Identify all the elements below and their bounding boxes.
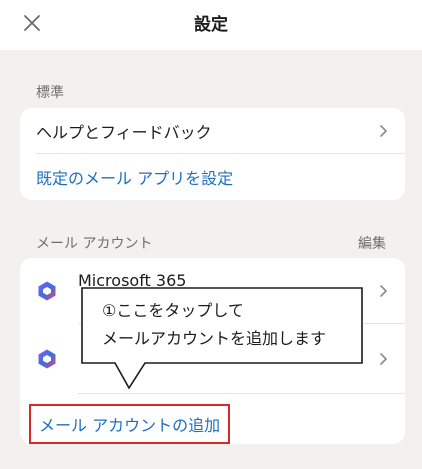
page-title: 設定 — [194, 15, 228, 35]
section-label-mail-accounts: メール アカウント — [36, 236, 153, 252]
chevron-right-icon — [380, 125, 387, 137]
chevron-right-icon — [380, 285, 387, 297]
callout-line-1: ①ここをタップして — [102, 301, 244, 320]
section-label-standard: 標準 — [36, 85, 64, 101]
set-default-mail-app-link[interactable]: 既定のメール アプリを設定 — [20, 154, 405, 200]
help-feedback-item[interactable]: ヘルプとフィードバック — [20, 108, 405, 154]
chevron-right-icon — [380, 353, 387, 365]
edit-button[interactable]: 編集 — [358, 233, 386, 253]
instruction-callout: ①ここをタップして メールアカウントを追加します — [81, 287, 363, 390]
help-feedback-label: ヘルプとフィードバック — [36, 123, 212, 142]
standard-settings-card: ヘルプとフィードバック 既定のメール アプリを設定 — [20, 108, 405, 200]
callout-text: ①ここをタップして メールアカウントを追加します — [102, 297, 326, 353]
microsoft-365-icon — [38, 349, 56, 369]
set-default-mail-app-label: 既定のメール アプリを設定 — [36, 169, 234, 188]
callout-line-2: メールアカウントを追加します — [102, 329, 327, 348]
microsoft-365-icon — [38, 281, 56, 301]
header-bar: 設定 — [0, 0, 422, 50]
add-mail-account-link[interactable]: メール アカウントの追加 — [29, 404, 231, 444]
